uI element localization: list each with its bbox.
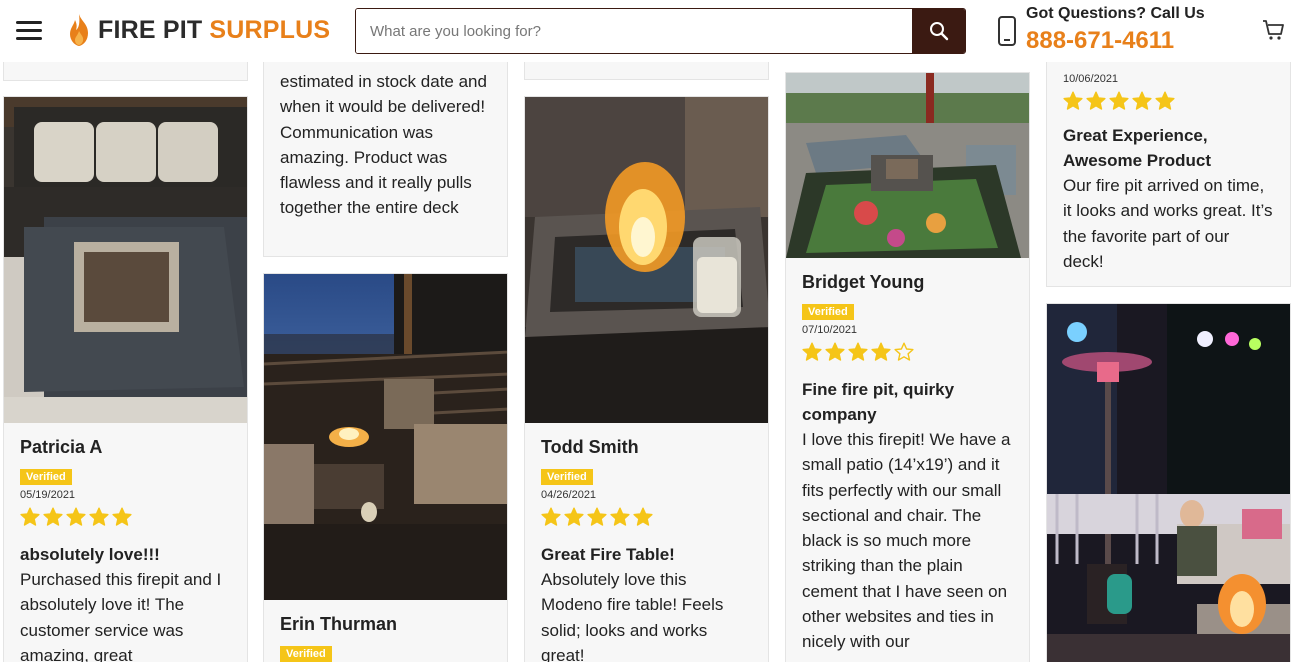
star-filled-icon: [89, 507, 109, 526]
reviewer-name: Patricia A: [20, 437, 103, 457]
contact-question: Got Questions? Call Us: [1026, 5, 1205, 22]
review-card[interactable]: Todd Smith Verified 04/26/2021 Great Fir…: [524, 96, 769, 662]
reviewer-name: Erin Thurman: [280, 614, 398, 634]
review-photo-image: [264, 274, 507, 600]
review-date: 04/26/2021: [541, 489, 597, 501]
verified-badge: Verified: [541, 469, 593, 485]
star-filled-icon: [1109, 91, 1129, 110]
star-filled-icon: [825, 342, 845, 361]
star-filled-icon: [610, 507, 630, 526]
star-filled-icon: [66, 507, 86, 526]
cart-icon[interactable]: [1262, 18, 1286, 42]
review-title: Fine fire pit, quirky company: [802, 380, 955, 424]
review-text: I love this firepit! We have a small pat…: [802, 430, 1011, 652]
site-logo[interactable]: FIRE PIT SURPLUS: [66, 12, 330, 48]
review-text: Absolutely love this Modeno fire table! …: [541, 570, 724, 662]
search-input[interactable]: [356, 9, 912, 53]
star-empty-icon: [894, 342, 914, 361]
review-photo-image: [4, 97, 247, 423]
review-photo[interactable]: [4, 97, 247, 423]
review-photo-image: [1047, 304, 1290, 662]
logo-text-surplus: SURPLUS: [209, 15, 331, 44]
star-filled-icon: [871, 342, 891, 361]
phone-icon: [998, 16, 1016, 46]
review-card[interactable]: estimated in stock date and when it woul…: [263, 40, 508, 257]
search-button[interactable]: [912, 9, 965, 53]
search-icon: [929, 22, 948, 41]
star-filled-icon: [633, 507, 653, 526]
review-card[interactable]: Erin Thurman Verified: [263, 273, 508, 662]
verified-badge: Verified: [20, 469, 72, 485]
site-header: FIRE PITSURPLUS Got Questions? Call Us 8…: [0, 0, 1304, 62]
review-photo[interactable]: [786, 73, 1029, 258]
star-filled-icon: [802, 342, 822, 361]
star-rating: [802, 342, 1013, 362]
star-filled-icon: [112, 507, 132, 526]
review-title: absolutely love!!!: [20, 545, 160, 564]
reviewer-name: Bridget Young: [802, 272, 925, 292]
star-filled-icon: [20, 507, 40, 526]
review-date: 05/19/2021: [20, 489, 76, 501]
logo-text-fire-pit: FIRE PIT: [98, 15, 203, 44]
review-card[interactable]: Patricia A Verified 05/19/2021 absolutel…: [3, 96, 248, 662]
star-filled-icon: [564, 507, 584, 526]
star-filled-icon: [1063, 91, 1083, 110]
contact-phone-link[interactable]: 888-671-4611: [1026, 27, 1174, 55]
star-filled-icon: [1086, 91, 1106, 110]
flame-icon: [70, 14, 88, 46]
review-photo[interactable]: [525, 97, 768, 423]
review-photo[interactable]: [1047, 304, 1290, 662]
menu-icon[interactable]: [16, 21, 42, 41]
star-filled-icon: [587, 507, 607, 526]
star-filled-icon: [848, 342, 868, 361]
review-text: estimated in stock date and when it woul…: [280, 72, 487, 218]
star-rating: [1063, 91, 1274, 111]
review-date: 07/10/2021: [802, 324, 858, 336]
search-bar: [355, 8, 966, 54]
review-photo-image: [786, 73, 1029, 258]
star-rating: [20, 507, 231, 527]
review-title: Great Experience, Awesome Product: [1063, 126, 1212, 170]
verified-badge: Verified: [802, 304, 854, 320]
star-filled-icon: [541, 507, 561, 526]
review-text: Purchased this firepit and I absolutely …: [20, 570, 222, 662]
reviewer-name: Todd Smith: [541, 437, 639, 457]
review-photo-image: [525, 97, 768, 423]
star-filled-icon: [1155, 91, 1175, 110]
review-card[interactable]: 10/06/2021 Great Experience, Awesome Pro…: [1046, 40, 1291, 287]
review-text: Our fire pit arrived on time, it looks a…: [1063, 176, 1273, 271]
star-filled-icon: [43, 507, 63, 526]
review-date: 10/06/2021: [1063, 73, 1119, 85]
star-filled-icon: [1132, 91, 1152, 110]
review-card[interactable]: [1046, 303, 1291, 662]
review-card[interactable]: Bridget Young Verified 07/10/2021 Fine f…: [785, 72, 1030, 662]
review-photo[interactable]: [264, 274, 507, 600]
verified-badge: Verified: [280, 646, 332, 662]
star-rating: [541, 507, 752, 527]
review-title: Great Fire Table!: [541, 545, 675, 564]
